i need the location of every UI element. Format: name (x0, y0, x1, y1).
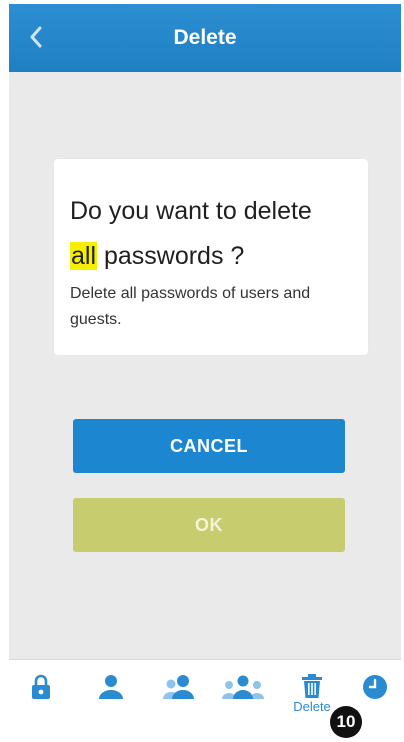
two-users-icon (163, 675, 194, 699)
page-title: Delete (173, 26, 237, 49)
cancel-button[interactable]: CANCEL (73, 419, 345, 473)
tab-lock[interactable] (19, 674, 63, 718)
question-suffix: passwords ? (103, 242, 245, 270)
dialog-question: Do you want to delete all passwords ? (70, 189, 360, 279)
phone-screen: Delete Do you want to delete all passwor… (9, 4, 401, 738)
trash-icon (302, 674, 322, 698)
dialog-description: Delete all passwords of users and guests… (70, 285, 311, 328)
tab-delete-label: Delete (293, 699, 331, 714)
callout-badge: 10 (330, 706, 362, 738)
question-highlight: all (70, 242, 98, 270)
header-bar: Delete (9, 4, 401, 72)
delete-dialog: Do you want to delete all passwords ? De… (54, 159, 368, 355)
user-icon (99, 675, 123, 699)
tab-delete[interactable]: Delete (285, 674, 339, 718)
three-users-icon (222, 675, 264, 699)
clock-icon (363, 675, 387, 699)
question-prefix: Do you want to delete (70, 197, 312, 225)
tab-clock[interactable] (353, 674, 397, 718)
tab-three-users[interactable] (221, 674, 265, 718)
tab-user[interactable] (89, 674, 133, 718)
lock-icon (32, 674, 50, 699)
tab-two-users[interactable] (157, 674, 201, 718)
ok-button[interactable]: OK (73, 498, 345, 552)
